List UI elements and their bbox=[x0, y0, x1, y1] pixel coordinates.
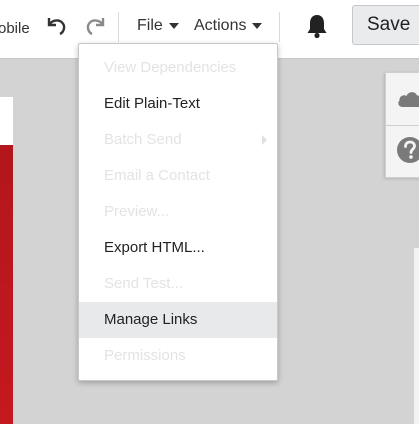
mobile-label[interactable]: obile bbox=[0, 20, 30, 37]
menu-item-label: Batch Send bbox=[104, 131, 182, 148]
chevron-right-icon bbox=[262, 135, 267, 145]
help-icon[interactable] bbox=[396, 136, 419, 169]
file-menu-button[interactable]: File bbox=[137, 14, 179, 38]
redo-icon[interactable] bbox=[84, 14, 108, 38]
file-menu-label: File bbox=[137, 17, 163, 34]
menu-item-label: Permissions bbox=[104, 347, 186, 364]
menu-item-preview[interactable]: Preview... bbox=[79, 194, 277, 230]
menu-item-label: Email a Contact bbox=[104, 167, 210, 184]
menu-item-label: Export HTML... bbox=[104, 239, 205, 256]
canvas-panel-header bbox=[0, 97, 13, 145]
menu-item-manage-links[interactable]: Manage Links bbox=[79, 302, 277, 338]
side-tool-divider bbox=[386, 125, 419, 126]
menu-item-label: Send Test... bbox=[104, 275, 183, 292]
menu-item-export-html[interactable]: Export HTML... bbox=[79, 230, 277, 266]
actions-menu-label: Actions bbox=[194, 17, 247, 34]
menu-item-label: Manage Links bbox=[104, 311, 198, 328]
toolbar-separator bbox=[118, 12, 119, 42]
canvas-panel-red bbox=[0, 145, 13, 424]
save-button[interactable]: Save bbox=[352, 5, 419, 45]
menu-item-label: Edit Plain-Text bbox=[104, 95, 200, 112]
menu-item-batch-send[interactable]: Batch Send bbox=[79, 122, 277, 158]
menu-item-label: Preview... bbox=[104, 203, 170, 220]
menu-item-email-a-contact[interactable]: Email a Contact bbox=[79, 158, 277, 194]
menu-item-view-dependencies[interactable]: View Dependencies bbox=[79, 50, 277, 86]
menu-item-permissions[interactable]: Permissions bbox=[79, 338, 277, 374]
menu-item-label: View Dependencies bbox=[104, 59, 237, 76]
toolbar-separator bbox=[279, 12, 280, 42]
side-tool-panel bbox=[385, 72, 419, 178]
undo-icon[interactable] bbox=[44, 14, 68, 38]
scrollbar[interactable] bbox=[414, 248, 419, 424]
chevron-down-icon bbox=[252, 23, 263, 29]
menu-item-edit-plain-text[interactable]: Edit Plain-Text bbox=[79, 86, 277, 122]
bell-icon[interactable] bbox=[304, 12, 330, 40]
save-button-label: Save bbox=[367, 14, 411, 35]
actions-dropdown-menu: View Dependencies Edit Plain-Text Batch … bbox=[78, 43, 278, 381]
menu-item-send-test[interactable]: Send Test... bbox=[79, 266, 277, 302]
chevron-down-icon bbox=[168, 23, 179, 29]
cloud-icon[interactable] bbox=[396, 87, 419, 116]
actions-menu-button[interactable]: Actions bbox=[194, 14, 263, 38]
